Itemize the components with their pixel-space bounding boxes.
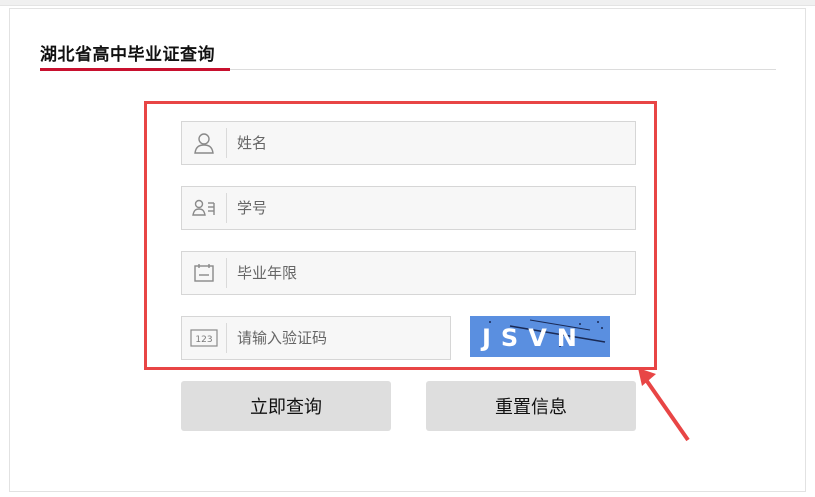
red-arrow-annotation <box>638 368 690 442</box>
reset-button[interactable]: 重置信息 <box>426 381 636 431</box>
highlight-box <box>144 101 657 370</box>
top-strip <box>0 0 815 6</box>
page-title: 湖北省高中毕业证查询 <box>40 45 215 65</box>
query-button[interactable]: 立即查询 <box>181 381 391 431</box>
title-accent-underline <box>40 68 230 71</box>
